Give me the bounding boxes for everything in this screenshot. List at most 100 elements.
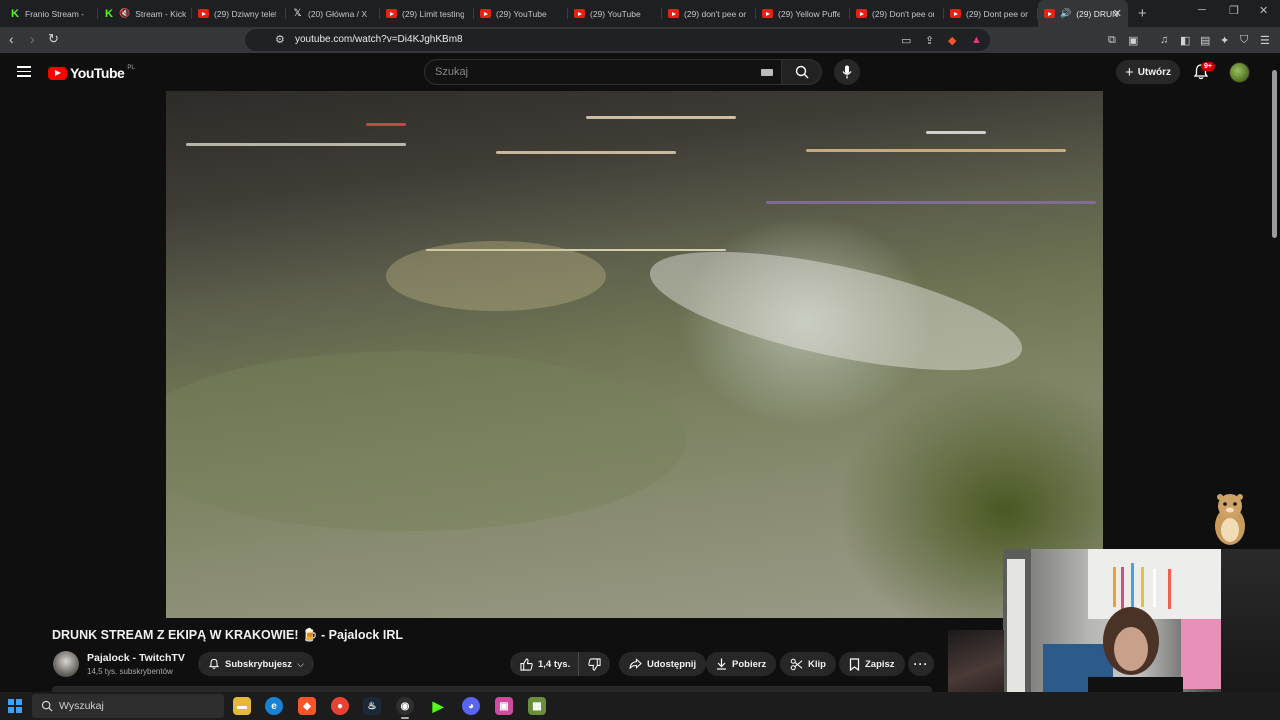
video-title: DRUNK STREAM Z EKIPĄ W KRAKOWIE! 🍺 - Paj… [52,628,403,642]
browser-tab[interactable]: 𝕏 (20) Główna / X [286,0,380,27]
brave-icon[interactable]: ◆ [298,697,316,715]
voice-search-button[interactable] [834,59,860,85]
thumbs-up-icon [520,657,533,671]
recommended-thumbnail[interactable] [948,630,1004,694]
site-info-icon[interactable]: ⚙ [275,33,285,46]
video-light-streak [586,116,736,119]
brave-shields-icon[interactable]: ◆ [948,34,956,47]
minecraft-icon[interactable]: ▦ [528,697,546,715]
muted-icon[interactable]: 🔇 [119,8,130,19]
channel-avatar[interactable] [53,651,79,677]
media-player-icon[interactable]: ▶ [429,697,447,715]
obs-icon[interactable]: ◉ [396,697,414,719]
menu-icon[interactable]: ☰ [1260,34,1270,47]
youtube-logo[interactable]: YouTube PL [48,65,135,81]
plus-icon: + [1124,63,1134,81]
discord-icon[interactable]: ◕ [462,697,480,715]
keyboard-icon[interactable] [761,69,773,76]
browser-tab[interactable]: (29) Yellow Puffer [756,0,850,27]
address-bar[interactable]: ⚙ youtube.com/watch?v=Di4KJghKBm8 ▭ ⇪ ◆ … [245,29,990,51]
x-icon: 𝕏 [293,8,302,19]
url-text: youtube.com/watch?v=Di4KJghKBm8 [295,34,463,45]
like-button[interactable]: 1,4 tys. [510,652,580,676]
audio-playing-icon[interactable]: 🔊 [1060,8,1071,19]
leo-ai-icon[interactable]: ✦ [1220,34,1229,47]
extensions-icon[interactable]: ⧉ [1108,34,1116,47]
media-controls-icon[interactable]: ♫ [1160,34,1168,46]
youtube-icon [668,9,679,18]
vpn-icon[interactable]: ⛉ [1240,34,1248,47]
create-button[interactable]: + Utwórz [1116,60,1180,84]
browser-tab[interactable]: K 🔇 Stream - Kick [98,0,192,27]
bell-icon [209,658,219,669]
back-icon[interactable]: ‹ [9,31,14,47]
wallet-icon[interactable]: ▤ [1200,34,1210,47]
video-light-streak [766,201,1096,204]
browser-tab[interactable]: (29) Don't pee or [850,0,944,27]
search-icon [41,700,53,712]
account-avatar[interactable] [1229,62,1250,83]
youtube-header: YouTube PL Szukaj + Utwórz 9+ [0,53,1280,91]
video-light-streak [806,149,1066,152]
youtube-icon [762,9,773,18]
youtube-play-icon [48,66,67,80]
browser-tab[interactable]: (29) Dziwny telef [192,0,286,27]
windows-taskbar: Wyszukaj ▬ e ◆ ● ♨ ◉ ▶ ◕ ▣ ▦ [0,692,1280,720]
search-input[interactable]: Szukaj [435,66,468,78]
browser-tab-active[interactable]: 🔊 (29) DRUN ✕ [1038,0,1128,27]
download-button[interactable]: Pobierz [706,652,777,676]
dislike-button[interactable] [578,652,610,676]
cast-icon[interactable]: ▭ [901,34,911,47]
youtube-icon [198,9,209,18]
share-icon [629,658,642,669]
video-light-streak [186,143,406,146]
maximize-icon[interactable]: ❐ [1229,4,1239,17]
browser-tab[interactable]: (29) Limit testing [380,0,474,27]
secondary-panel [1103,91,1280,550]
search-button[interactable] [782,59,822,85]
windows-start-icon[interactable] [8,699,22,713]
subscribe-button[interactable]: Subskrybujesz ⌵ [198,652,314,676]
youtube-icon [574,9,585,18]
steam-icon[interactable]: ♨ [363,697,381,715]
forward-icon[interactable]: › [30,31,35,47]
youtube-icon [386,9,397,18]
taskbar-search[interactable]: Wyszukaj [32,694,224,718]
kick-icon: K [105,7,113,20]
browser-tab[interactable]: (29) don't pee or [662,0,756,27]
screenshot-icon[interactable]: ▣ [1128,34,1138,47]
more-horizontal-icon: ··· [913,657,929,671]
chrome-icon[interactable]: ● [331,697,349,715]
brave-rewards-icon[interactable]: ▲ [971,34,982,46]
reload-icon[interactable]: ↻ [48,31,59,47]
youtube-icon [480,9,491,18]
scissors-icon [790,658,803,670]
more-actions-button[interactable]: ··· [908,652,934,676]
hamster-sticker [1215,494,1245,545]
subscriber-count: 14,5 tys. subskrybentów [87,667,173,676]
browser-toolbar: ‹ › ↻ 🔖 ⚙ youtube.com/watch?v=Di4KJghKBm… [0,27,1280,53]
page-scrollbar[interactable] [1272,70,1277,238]
video-light-streak [496,151,676,154]
share-page-icon[interactable]: ⇪ [925,34,934,47]
sidebar-icon[interactable]: ◧ [1180,34,1190,47]
browser-tab[interactable]: (29) YouTube [474,0,568,27]
browser-tab[interactable]: (29) Dont pee on [944,0,1038,27]
clip-button[interactable]: Klip [780,652,836,676]
guide-menu-icon[interactable] [17,66,31,77]
new-tab-icon[interactable]: + [1138,5,1147,22]
save-button[interactable]: Zapisz [839,652,905,676]
close-window-icon[interactable]: ✕ [1259,4,1268,17]
browser-tab[interactable]: (29) YouTube [568,0,662,27]
share-button[interactable]: Udostępnij [619,652,707,676]
browser-tab[interactable]: KFranio Stream - Ki [4,0,98,27]
app-icon[interactable]: ▣ [495,697,513,715]
minimize-icon[interactable]: ─ [1198,4,1206,16]
youtube-icon [1044,9,1055,18]
file-explorer-icon[interactable]: ▬ [233,697,251,715]
close-tab-icon[interactable]: ✕ [1113,7,1122,20]
search-box[interactable]: Szukaj [424,59,782,85]
edge-icon[interactable]: e [265,697,283,715]
channel-name[interactable]: Pajalock - TwitchTV [87,652,185,664]
video-player[interactable] [166,91,1103,618]
